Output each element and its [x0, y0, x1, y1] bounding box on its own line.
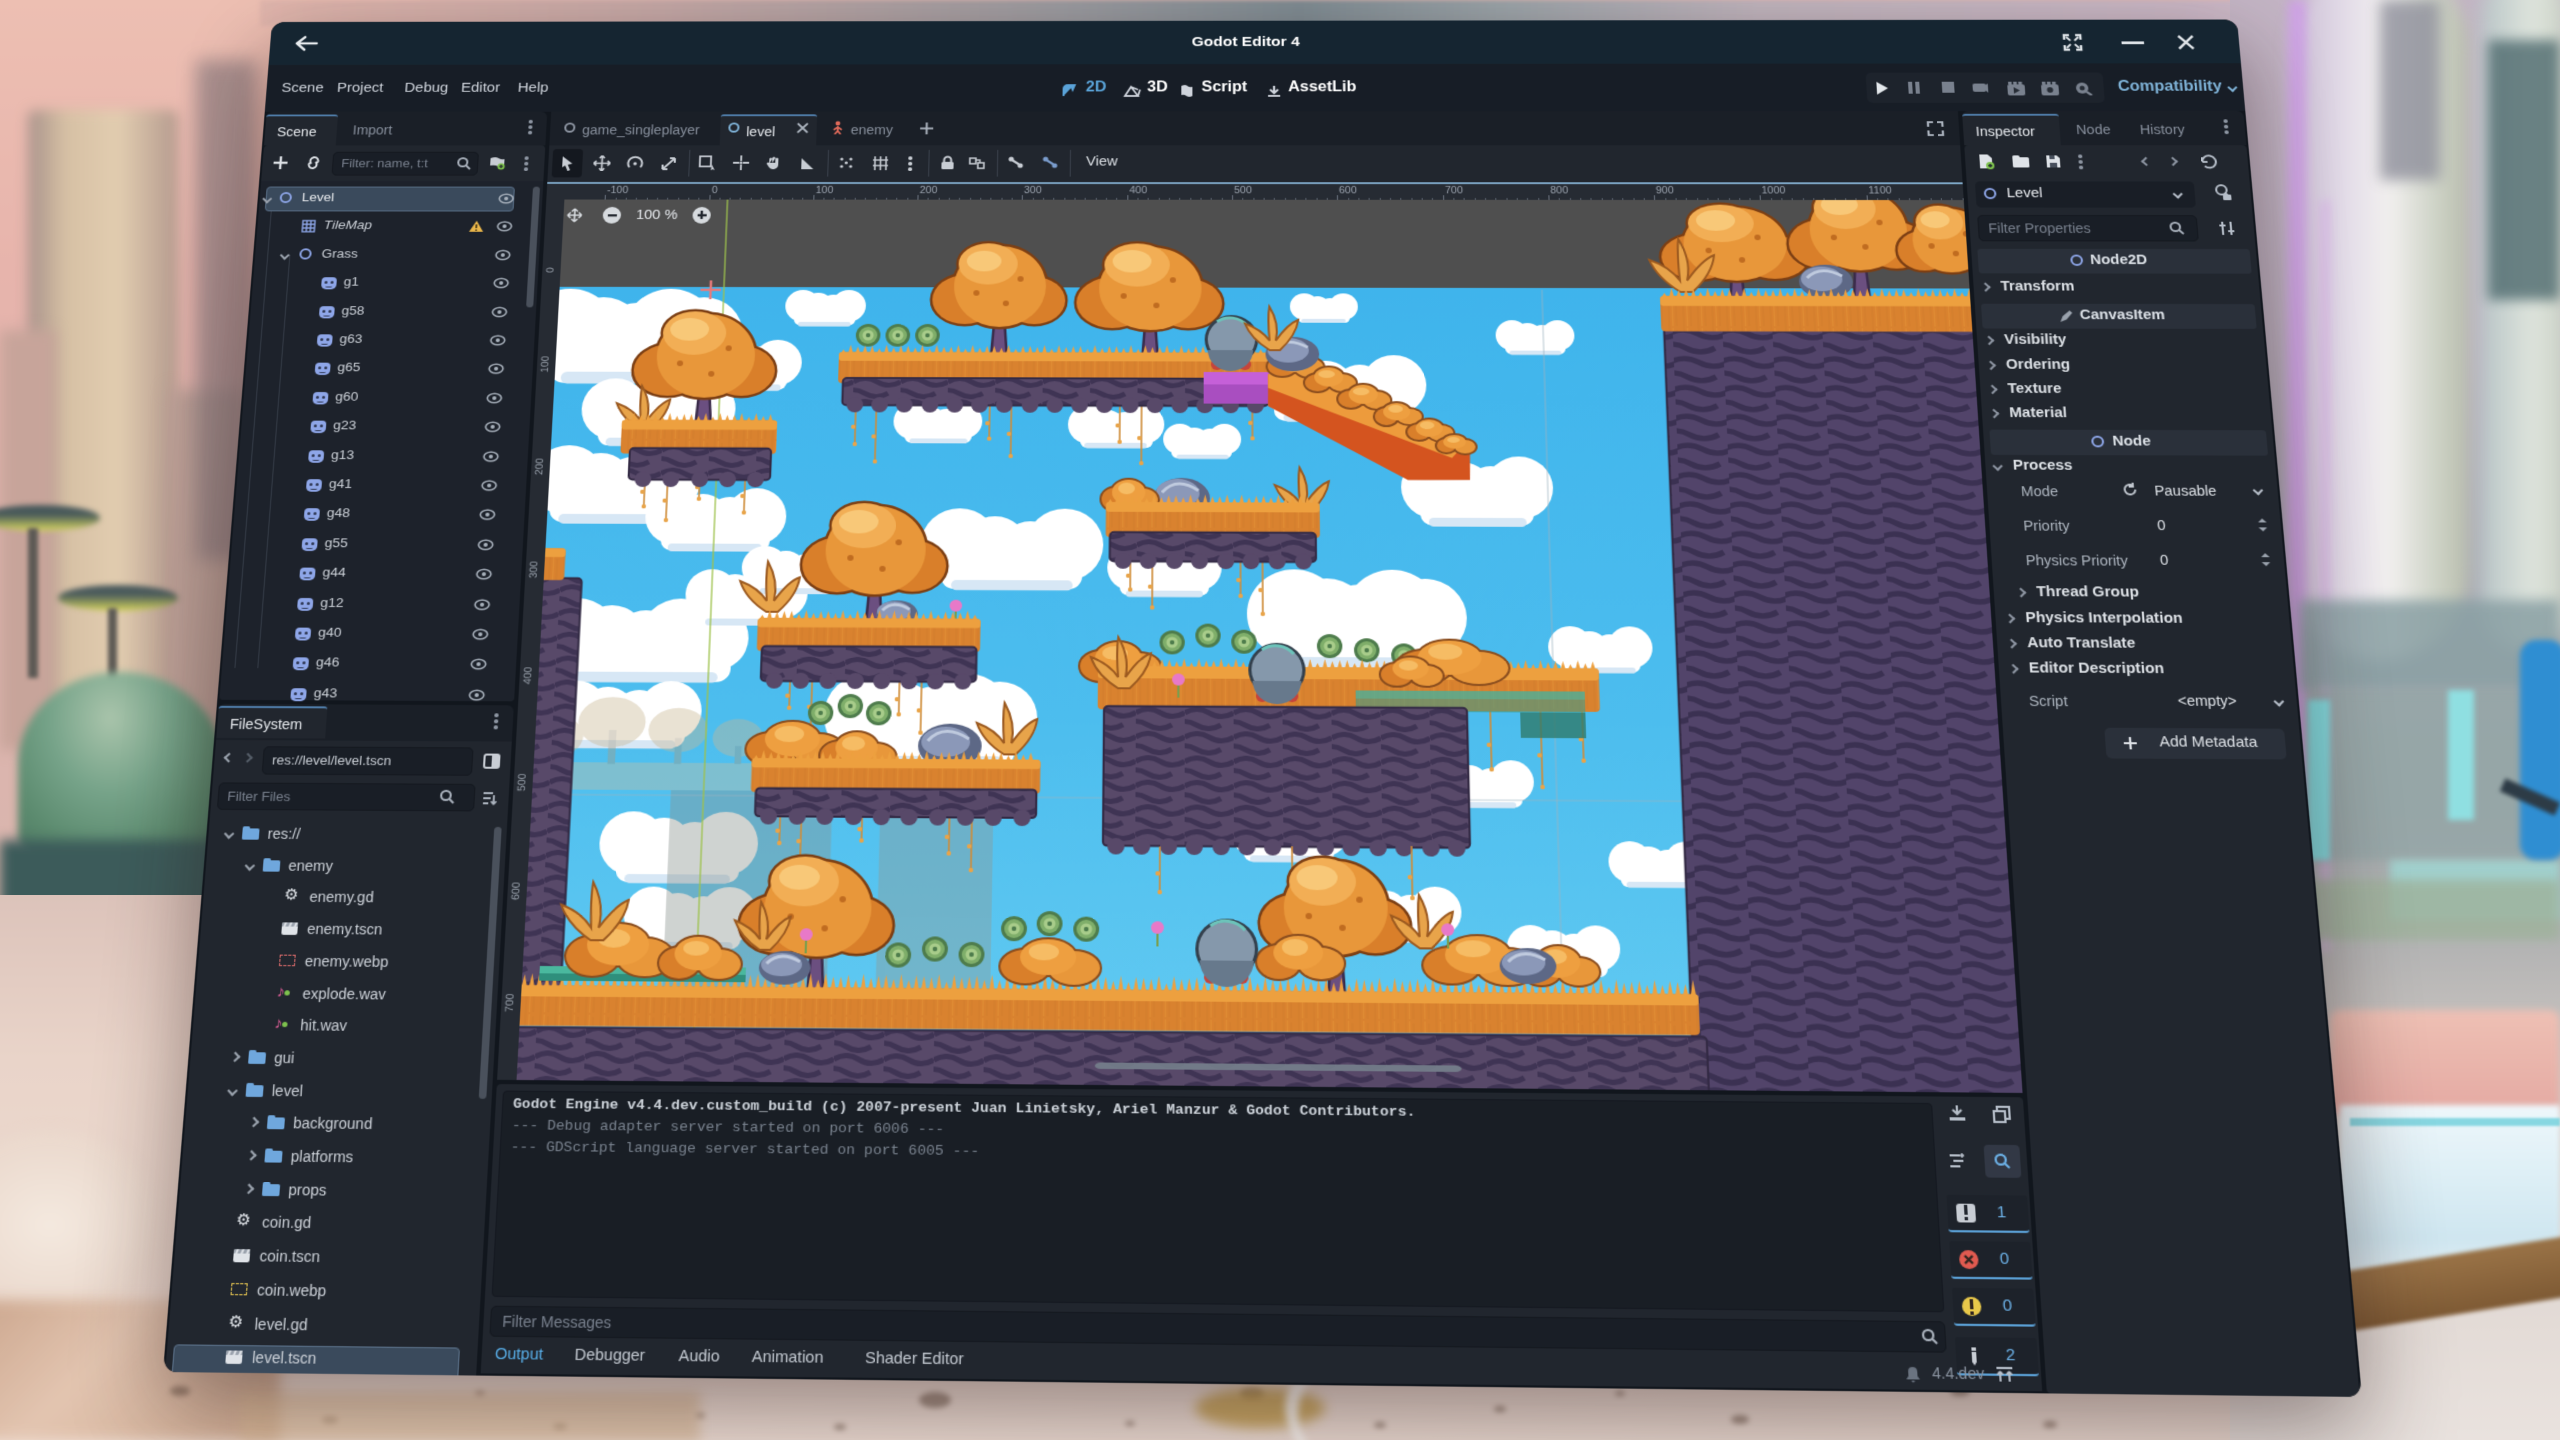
svg-text:100 %: 100 %	[636, 207, 678, 222]
